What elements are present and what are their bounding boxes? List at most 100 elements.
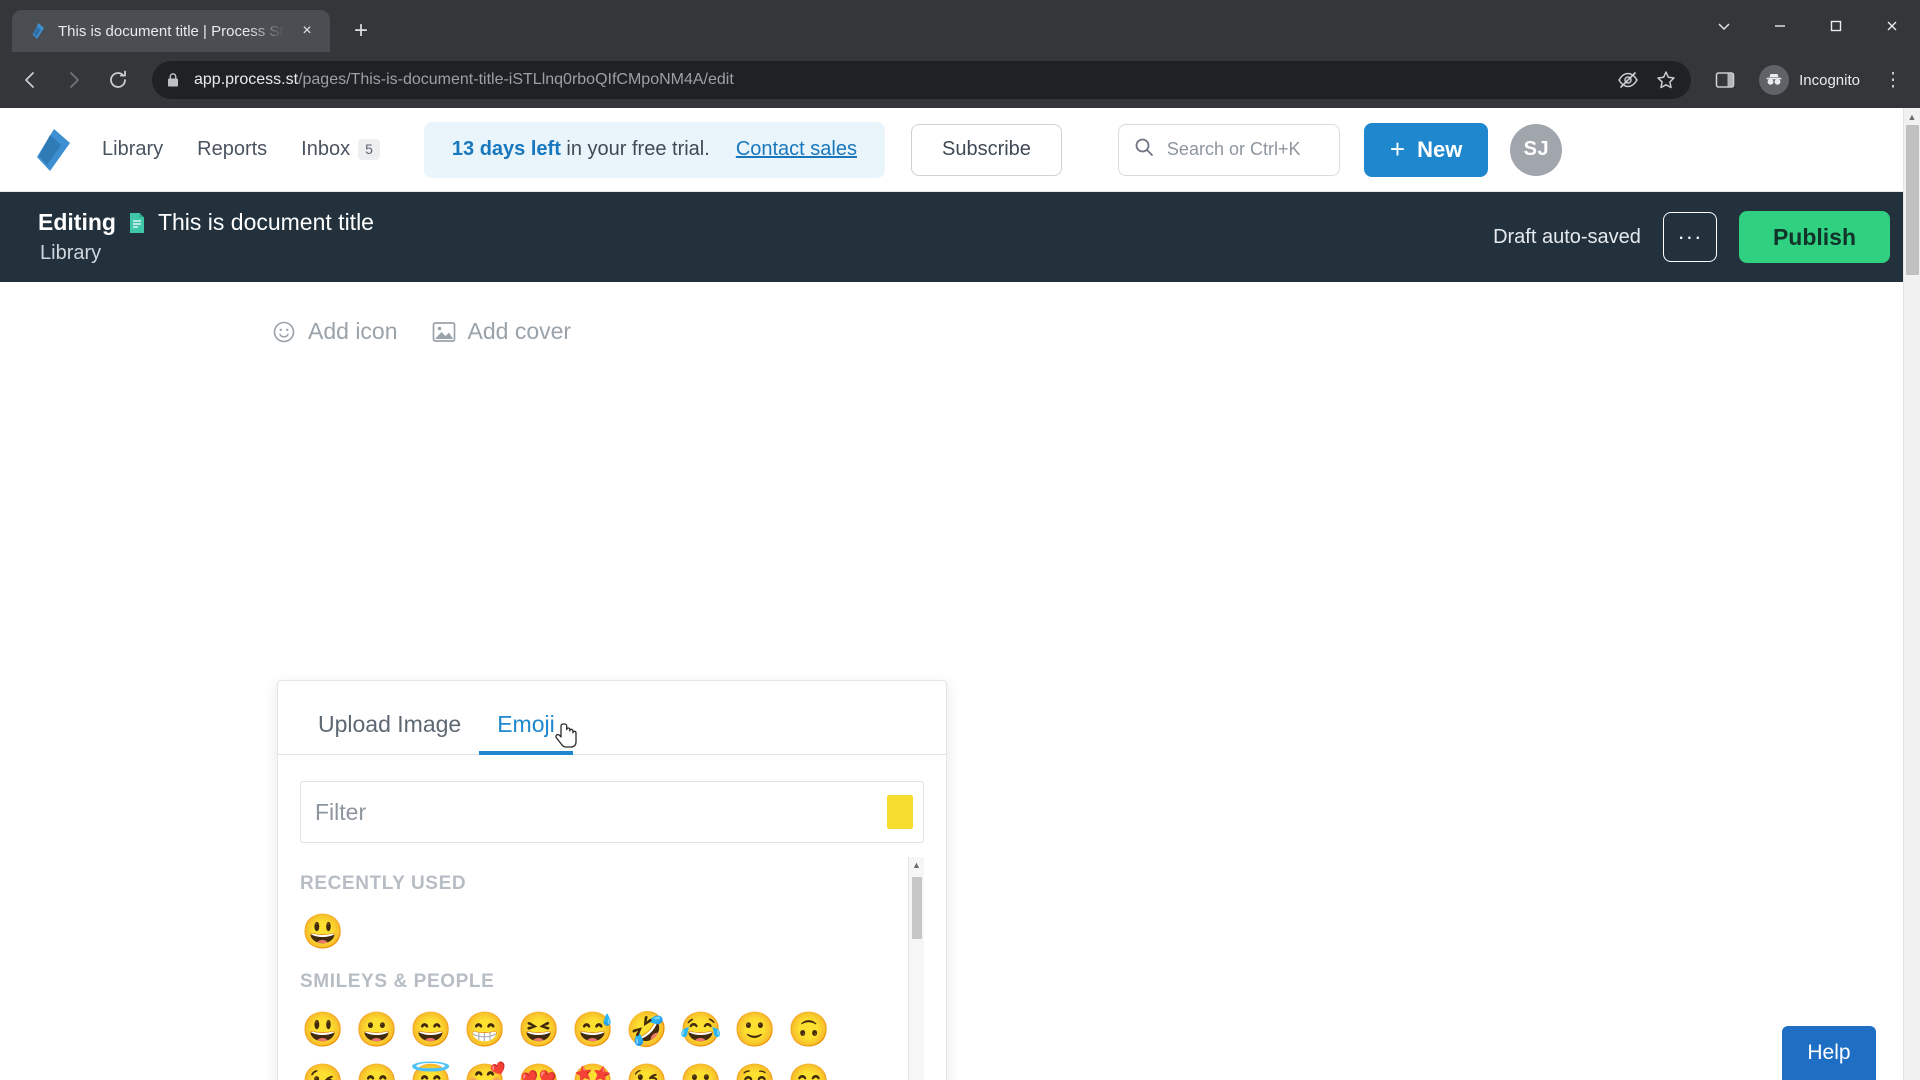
- main-nav: Library Reports Inbox 5: [102, 138, 380, 161]
- document-icon: [128, 212, 146, 234]
- picker-tabs: Upload Image Emoji: [278, 681, 946, 755]
- nav-item-reports[interactable]: Reports: [197, 138, 267, 161]
- global-search[interactable]: Search or Ctrl+K: [1117, 123, 1340, 176]
- emoji-cell[interactable]: 😚: [732, 1059, 778, 1080]
- close-window-icon[interactable]: [1864, 0, 1920, 52]
- emoji-cell[interactable]: 🤩: [570, 1059, 616, 1080]
- emoji-cell[interactable]: 😃: [300, 1007, 346, 1053]
- tab-title: This is document title | Process St: [58, 22, 284, 40]
- page-scrollbar[interactable]: ▲: [1903, 108, 1920, 1080]
- avatar[interactable]: SJ: [1510, 123, 1563, 176]
- emoji-cell[interactable]: 😍: [516, 1059, 562, 1080]
- more-options-button[interactable]: ···: [1662, 212, 1717, 262]
- emoji-sections: RECENTLY USED 😃 SMILEYS & PEOPLE 😃 😀 😄 😁 😆 😅 🤣 😂 🙂 🙃…: [300, 873, 904, 1080]
- contact-sales-link[interactable]: Contact sales: [736, 138, 857, 161]
- emoji-vertical-scrollbar[interactable]: ▲ ▼: [908, 857, 924, 1080]
- trial-banner: 13 days left in your free trial. Contact…: [423, 121, 885, 178]
- emoji-row: 😃: [300, 909, 904, 955]
- editing-bar: Editing This is document title Library D…: [0, 192, 1920, 282]
- add-cover-button[interactable]: Add cover: [432, 318, 572, 345]
- url-path: /pages/This-is-document-title-iSTLlnq0rb…: [298, 71, 734, 88]
- emoji-cell[interactable]: 🥰: [462, 1059, 508, 1080]
- emoji-cell[interactable]: 😉: [300, 1059, 346, 1080]
- vertical-scroll-track[interactable]: [909, 873, 925, 1080]
- page-scroll-thumb[interactable]: [1906, 125, 1919, 275]
- minimize-icon[interactable]: [1752, 0, 1808, 52]
- back-icon[interactable]: [10, 60, 50, 100]
- trial-text: 13 days left in your free trial.: [452, 138, 710, 161]
- add-icon-button[interactable]: Add icon: [272, 318, 398, 345]
- tab-emoji[interactable]: Emoji: [479, 691, 573, 755]
- app-root: Library Reports Inbox 5 13 days left in …: [0, 108, 1920, 1080]
- subscribe-button[interactable]: Subscribe: [910, 123, 1062, 176]
- close-icon[interactable]: ×: [294, 18, 320, 44]
- emoji-cell[interactable]: 😆: [516, 1007, 562, 1053]
- inbox-count-badge: 5: [358, 139, 380, 160]
- emoji-cell[interactable]: 😅: [570, 1007, 616, 1053]
- emoji-cell[interactable]: 🙂: [732, 1007, 778, 1053]
- help-button[interactable]: Help: [1782, 1026, 1876, 1080]
- draft-status: Draft auto-saved: [1493, 225, 1641, 248]
- url-domain: app.process.st: [194, 71, 299, 88]
- nav-item-inbox[interactable]: Inbox 5: [301, 138, 380, 161]
- emoji-cell[interactable]: 😁: [462, 1007, 508, 1053]
- emoji-cell[interactable]: 😄: [408, 1007, 454, 1053]
- document-title[interactable]: This is document title: [158, 209, 374, 236]
- profile-incognito-button[interactable]: Incognito: [1755, 61, 1872, 99]
- emoji-cell[interactable]: 😊: [354, 1059, 400, 1080]
- emoji-filter-input[interactable]: [315, 798, 887, 826]
- emoji-row: 😉 😊 😇 🥰 😍 🤩 😘 😗 😚 😋: [300, 1059, 904, 1080]
- emoji-picker: Upload Image Emoji RECENTLY USED 😃 SMILEYS…: [277, 680, 947, 1080]
- new-tab-button[interactable]: +: [344, 14, 378, 48]
- trial-rest: in your free trial.: [560, 138, 710, 160]
- emoji-row: 😃 😀 😄 😁 😆 😅 🤣 😂 🙂 🙃: [300, 1007, 904, 1053]
- publish-button[interactable]: Publish: [1738, 211, 1890, 263]
- address-bar[interactable]: app.process.st/pages/This-is-document-ti…: [152, 61, 1692, 99]
- emoji-cell[interactable]: 😇: [408, 1059, 454, 1080]
- emoji-cell[interactable]: 😗: [678, 1059, 724, 1080]
- omnibox-actions: [1605, 69, 1677, 91]
- reload-icon[interactable]: [98, 60, 138, 100]
- color-swatch[interactable]: [887, 795, 913, 829]
- process-street-logo-icon[interactable]: [30, 127, 74, 173]
- emoji-cell[interactable]: 🤣: [624, 1007, 670, 1053]
- filter-row: [300, 781, 924, 843]
- scroll-up-icon[interactable]: ▲: [909, 857, 925, 873]
- emoji-cell[interactable]: 😃: [300, 909, 346, 955]
- browser-tab[interactable]: This is document title | Process St ×: [12, 10, 330, 52]
- emoji-cell[interactable]: 😋: [786, 1059, 832, 1080]
- browser-menu-icon[interactable]: ⋮: [1876, 60, 1910, 100]
- minimize-to-tray-icon[interactable]: [1696, 0, 1752, 52]
- search-icon: [1133, 136, 1155, 163]
- filter-wrap: [278, 755, 946, 843]
- side-panel-icon[interactable]: [1705, 60, 1745, 100]
- add-icon-label: Add icon: [308, 318, 398, 344]
- add-actions-row: Add icon Add cover: [0, 282, 1920, 345]
- nav-item-library[interactable]: Library: [102, 138, 163, 161]
- page-body: Add icon Add cover Upload Image Emoji Fi…: [0, 282, 1920, 1080]
- breadcrumb-library[interactable]: Library: [38, 242, 374, 265]
- third-party-cookie-blocked-icon[interactable]: [1617, 69, 1639, 91]
- emoji-grid: 😃: [300, 909, 904, 955]
- add-cover-label: Add cover: [467, 318, 572, 344]
- tab-upload-image[interactable]: Upload Image: [300, 691, 479, 754]
- page-scroll-up-icon[interactable]: ▲: [1904, 108, 1920, 125]
- emoji-cell[interactable]: 😂: [678, 1007, 724, 1053]
- emoji-cell[interactable]: 😘: [624, 1059, 670, 1080]
- vertical-scroll-thumb[interactable]: [911, 877, 922, 939]
- emoji-section-label: SMILEYS & PEOPLE: [300, 971, 495, 992]
- window-controls: [1696, 0, 1920, 52]
- new-button[interactable]: + New: [1363, 122, 1489, 177]
- editing-label: Editing: [38, 209, 116, 235]
- emoji-cell[interactable]: 🙃: [786, 1007, 832, 1053]
- image-icon: [432, 321, 456, 343]
- bookmark-star-icon[interactable]: [1655, 69, 1677, 91]
- new-button-label: New: [1417, 136, 1463, 162]
- editing-bar-right: Draft auto-saved ··· Publish: [1493, 211, 1890, 263]
- nav-item-inbox-label: Inbox: [301, 138, 351, 160]
- search-placeholder: Search or Ctrl+K: [1166, 139, 1301, 159]
- forward-icon[interactable]: [54, 60, 94, 100]
- emoji-cell[interactable]: 😀: [354, 1007, 400, 1053]
- document-title-row: Editing This is document title: [38, 209, 374, 236]
- maximize-icon[interactable]: [1808, 0, 1864, 52]
